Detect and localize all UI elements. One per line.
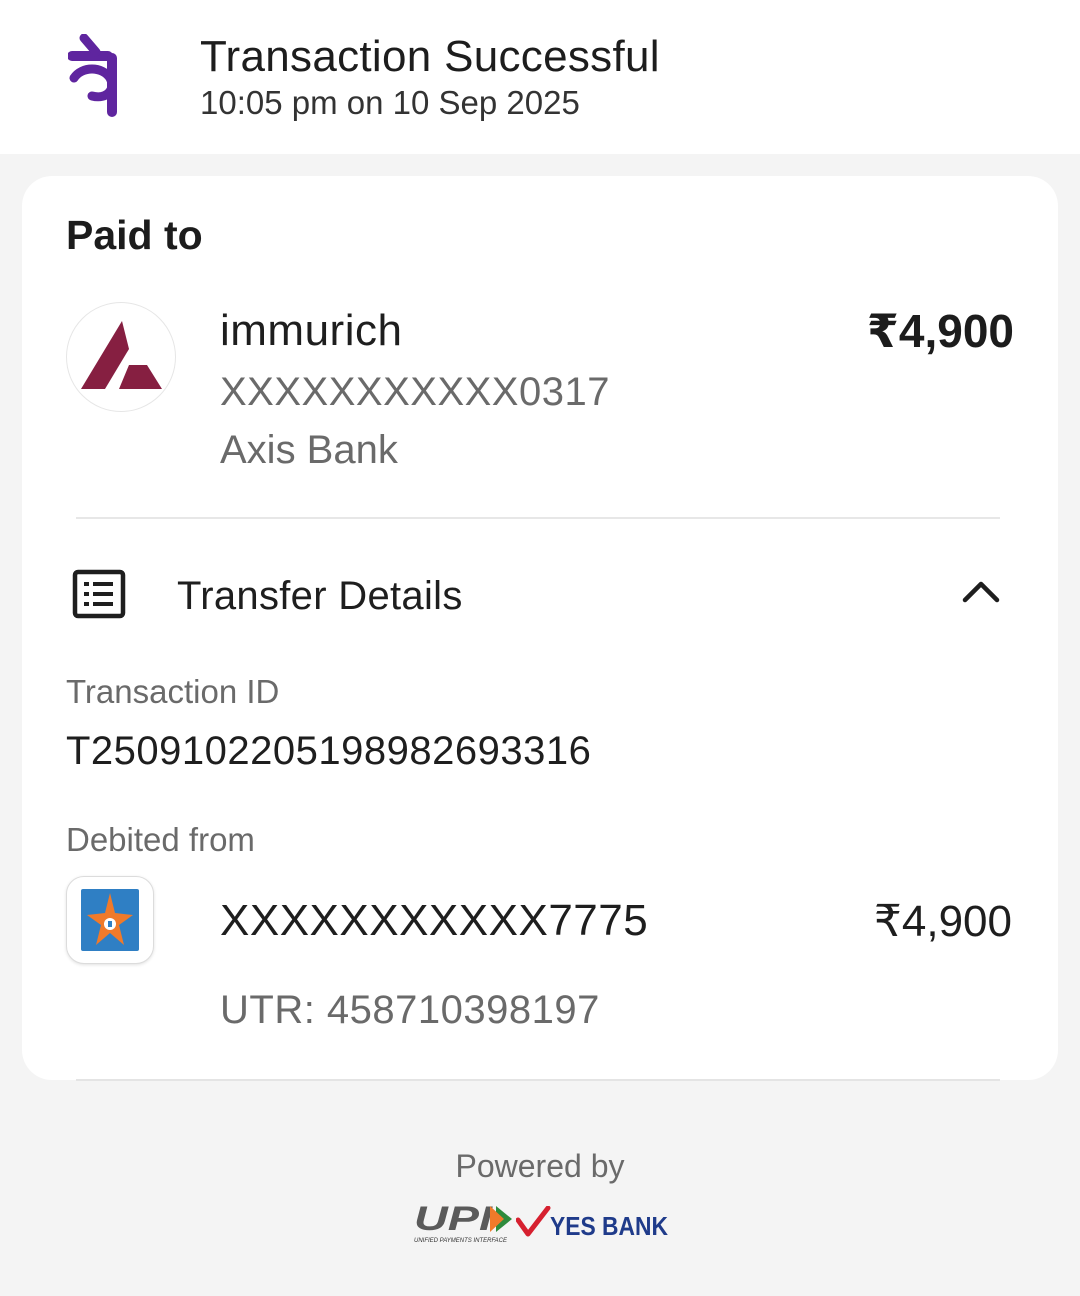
page-title: Transaction Successful (200, 32, 660, 81)
svg-text:YES BANK: YES BANK (550, 1211, 668, 1240)
transaction-id-label: Transaction ID (66, 673, 280, 710)
bank-of-india-logo-icon (66, 876, 154, 964)
transaction-timestamp: 10:05 pm on 10 Sep 2025 (200, 84, 580, 121)
phonepe-logo-icon (68, 34, 117, 117)
svg-text:UNIFIED PAYMENTS INTERFACE: UNIFIED PAYMENTS INTERFACE (414, 1238, 508, 1244)
header: Transaction Successful 10:05 pm on 10 Se… (0, 0, 1080, 154)
upi-logo-icon: UPI UNIFIED PAYMENTS INTERFACE (414, 1202, 512, 1244)
paid-to-label: Paid to (66, 212, 203, 258)
transaction-card: Paid to immurich XXXXXXXXXXX0317 Axis Ba… (22, 176, 1058, 1080)
divider (76, 517, 1000, 519)
receipt-list-icon (72, 569, 126, 619)
axis-bank-logo-icon (66, 302, 176, 412)
transaction-id-value[interactable]: T2509102205198982693316 (66, 729, 591, 774)
debited-from-label: Debited from (66, 821, 255, 858)
payee-account-number: XXXXXXXXXXX0317 (220, 370, 610, 414)
divider (76, 1079, 1000, 1081)
yes-bank-logo-icon: YES BANK (516, 1206, 668, 1240)
debit-account-number: XXXXXXXXXXX7775 (220, 896, 649, 945)
utr-number[interactable]: UTR: 458710398197 (220, 988, 600, 1033)
transfer-details-title[interactable]: Transfer Details (177, 574, 463, 619)
payee-bank-name: Axis Bank (220, 428, 398, 472)
powered-by-label: Powered by (455, 1148, 625, 1184)
chevron-up-icon[interactable] (962, 578, 1000, 604)
payee-name: immurich (220, 306, 403, 355)
svg-text:UPI: UPI (414, 1202, 494, 1238)
paid-amount: ₹4,900 (866, 305, 1014, 357)
debit-amount: ₹4,900 (873, 897, 1012, 946)
